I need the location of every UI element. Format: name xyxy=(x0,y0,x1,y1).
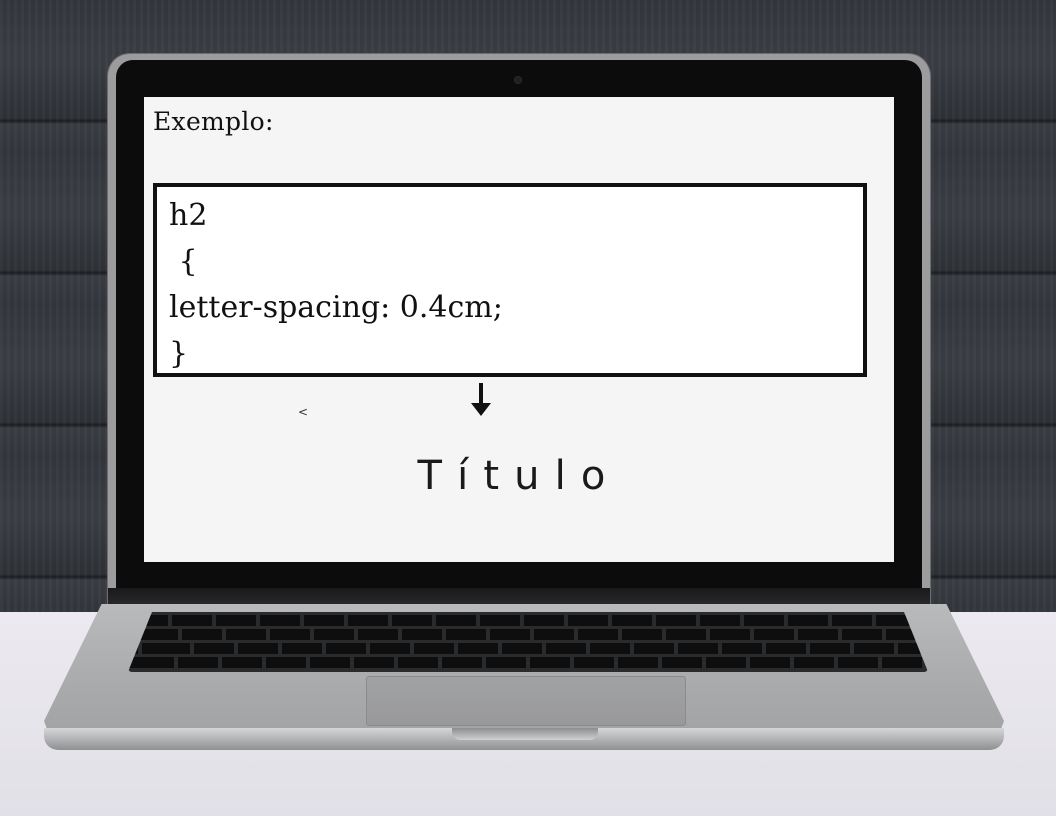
code-line-close-brace: } xyxy=(169,336,189,371)
css-code-box: h2 { letter-spacing: 0.4cm; } xyxy=(153,183,867,377)
lid-notch xyxy=(452,728,598,740)
keyboard xyxy=(128,612,928,672)
code-line-declaration: letter-spacing: 0.4cm; xyxy=(169,290,503,325)
code-line-selector: h2 xyxy=(169,198,208,233)
letter-spacing-demo-title: Título xyxy=(417,453,621,499)
small-mark: < xyxy=(298,405,309,419)
example-label: Exemplo: xyxy=(153,107,274,136)
trackpad xyxy=(366,676,686,726)
camera-icon xyxy=(514,76,522,84)
code-line-open-brace: { xyxy=(169,244,198,279)
arrow-down-icon xyxy=(479,383,483,405)
arrow-down-icon-head xyxy=(471,403,491,416)
laptop-screen: Exemplo: h2 { letter-spacing: 0.4cm; } <… xyxy=(144,97,894,562)
